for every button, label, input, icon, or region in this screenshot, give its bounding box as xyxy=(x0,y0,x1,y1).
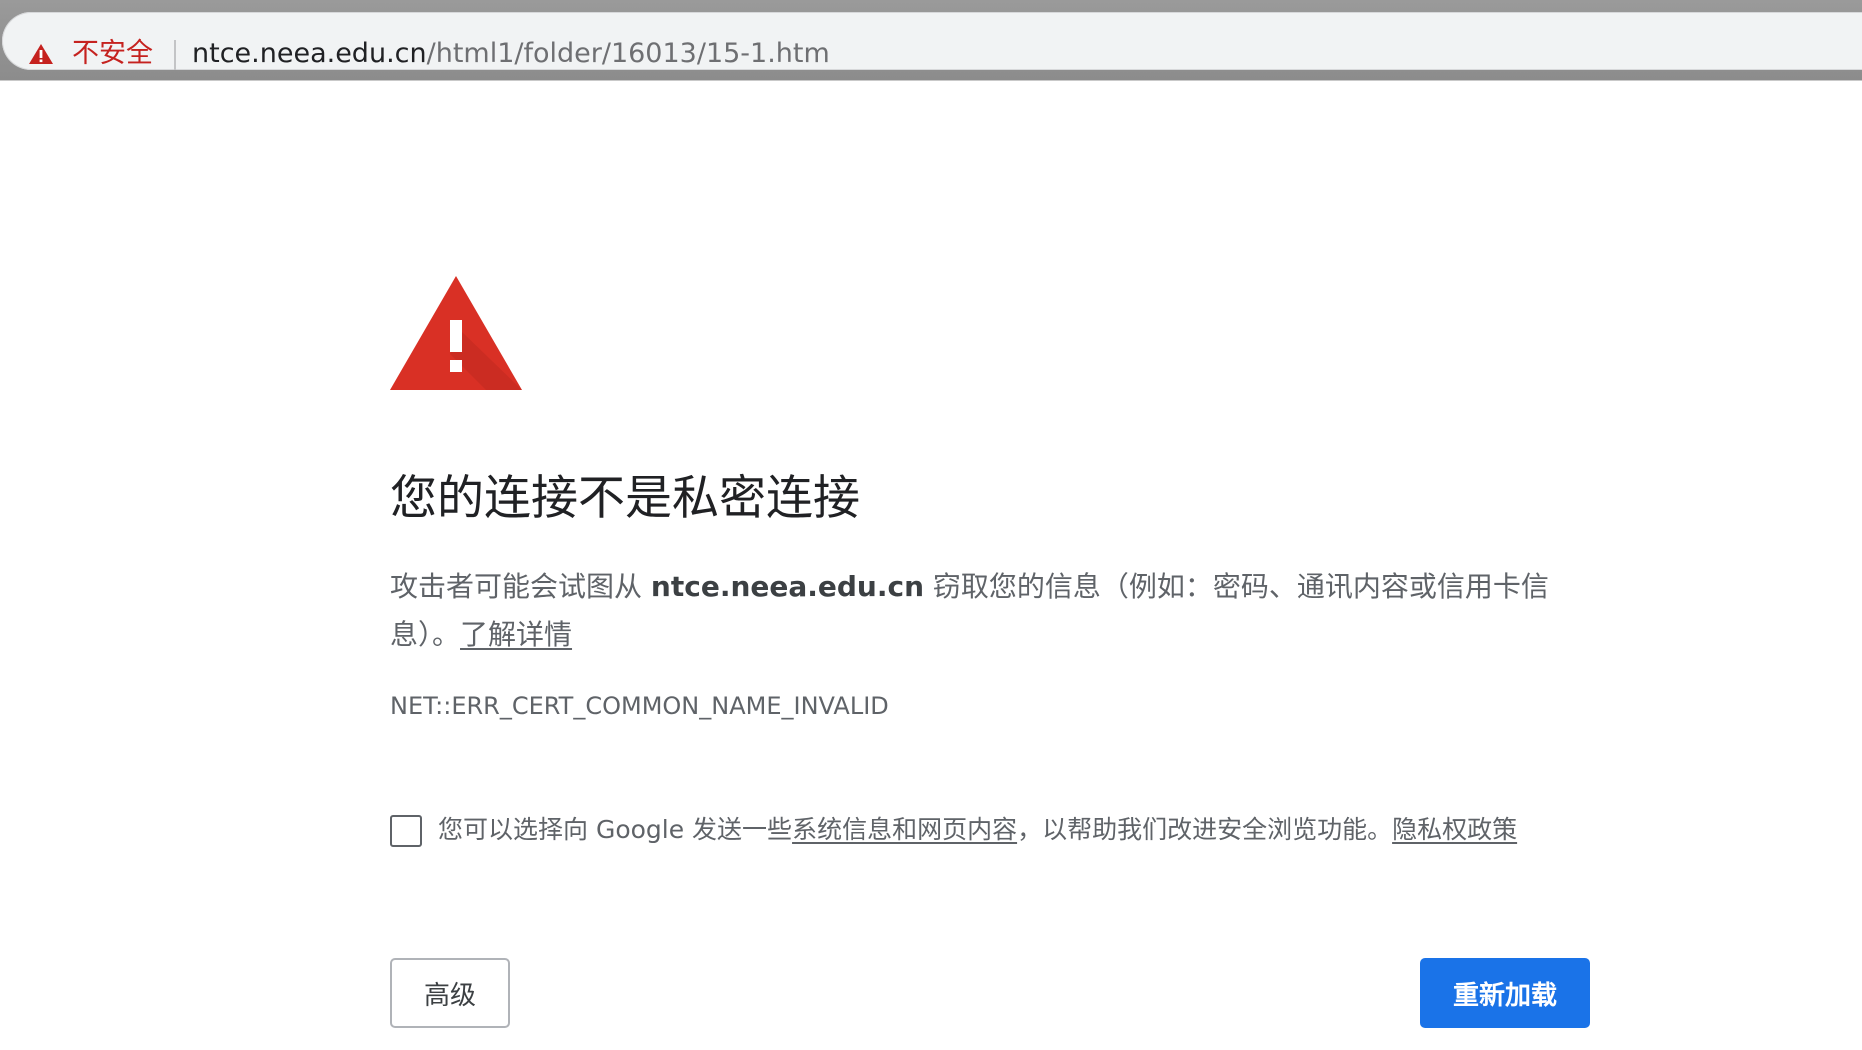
reload-button[interactable]: 重新加载 xyxy=(1420,958,1590,1028)
advanced-button[interactable]: 高级 xyxy=(390,958,510,1028)
browser-toolbar: 不安全 ntce.neea.edu.cn/html1/folder/16013/… xyxy=(0,0,1862,80)
optin-text-prefix: 您可以选择向 Google 发送一些 xyxy=(438,815,793,844)
toolbar-divider xyxy=(0,80,1862,81)
address-bar[interactable]: 不安全 ntce.neea.edu.cn/html1/folder/16013/… xyxy=(2,12,1862,70)
privacy-policy-link[interactable]: 隐私权政策 xyxy=(1392,815,1517,844)
error-code: NET::ERR_CERT_COMMON_NAME_INVALID xyxy=(390,692,889,720)
url-path: /html1/folder/16013/15-1.htm xyxy=(426,38,830,69)
url-text[interactable]: ntce.neea.edu.cn/html1/folder/16013/15-1… xyxy=(192,36,830,72)
explanation-text: 攻击者可能会试图从 ntce.neea.edu.cn 窃取您的信息（例如：密码、… xyxy=(390,563,1590,659)
warning-triangle-icon xyxy=(390,276,522,390)
optin-label: 您可以选择向 Google 发送一些系统信息和网页内容，以帮助我们改进安全浏览功… xyxy=(438,812,1517,848)
warning-triangle-icon[interactable] xyxy=(28,43,54,65)
url-host: ntce.neea.edu.cn xyxy=(192,38,427,69)
explanation-prefix: 攻击者可能会试图从 xyxy=(390,570,651,603)
safe-browsing-optin: 您可以选择向 Google 发送一些系统信息和网页内容，以帮助我们改进安全浏览功… xyxy=(390,815,1590,855)
page-title: 您的连接不是私密连接 xyxy=(390,471,860,526)
not-secure-label[interactable]: 不安全 xyxy=(72,36,153,72)
explanation-host: ntce.neea.edu.cn xyxy=(650,570,925,603)
learn-more-link[interactable]: 了解详情 xyxy=(460,618,572,651)
send-report-checkbox[interactable] xyxy=(390,815,422,847)
system-info-link[interactable]: 系统信息和网页内容 xyxy=(792,815,1017,844)
optin-text-middle: ，以帮助我们改进安全浏览功能。 xyxy=(1017,815,1393,844)
address-bar-separator xyxy=(174,40,176,70)
